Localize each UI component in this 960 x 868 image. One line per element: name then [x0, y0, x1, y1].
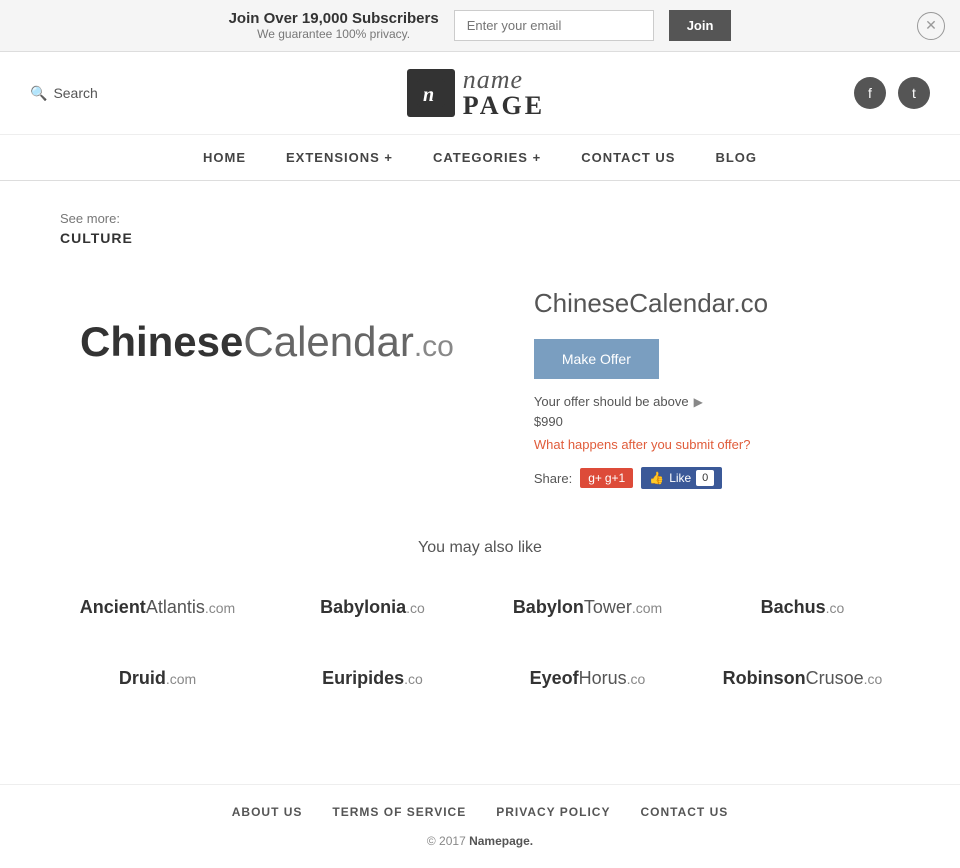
facebook-button[interactable]: f: [854, 77, 886, 109]
list-item[interactable]: Euripides.co: [275, 653, 470, 704]
nav-extensions[interactable]: EXTENSIONS +: [286, 150, 393, 165]
domain-info: ChineseCalendar.co Make Offer Your offer…: [534, 278, 900, 489]
domain-item-text: EyeofHorus.co: [530, 668, 646, 689]
gplus-icon: g+: [588, 471, 602, 485]
offer-info-text: Your offer should be above: [534, 394, 689, 409]
gplus-label: g+1: [605, 471, 625, 485]
footer-about-us[interactable]: ABOUT US: [232, 805, 303, 819]
list-item[interactable]: Bachus.co: [705, 582, 900, 633]
facebook-like-button[interactable]: 👍 Like 0: [641, 467, 722, 489]
footer: ABOUT US TERMS OF SERVICE PRIVACY POLICY…: [0, 785, 960, 868]
domain-tld-part: .co: [414, 330, 454, 363]
logo-page: PAGE: [463, 93, 545, 119]
main-content: See more: CULTURE ChineseCalendar.co Chi…: [0, 181, 960, 754]
logo-icon: n: [407, 69, 455, 117]
list-item[interactable]: EyeofHorus.co: [490, 653, 685, 704]
footer-brand-link[interactable]: Namepage.: [469, 834, 533, 848]
domain-light-part: Calendar: [243, 318, 413, 365]
gplus-button[interactable]: g+ g+1: [580, 468, 633, 488]
footer-copyright: © 2017 Namepage.: [30, 834, 930, 848]
twitter-button[interactable]: t: [898, 77, 930, 109]
svg-text:n: n: [423, 84, 434, 106]
domain-item-text: Druid.com: [119, 668, 196, 689]
copyright-year: © 2017: [427, 834, 466, 848]
see-more-label: See more:: [60, 211, 900, 226]
domain-logo-display: ChineseCalendar.co: [60, 278, 474, 406]
share-label: Share:: [534, 471, 572, 486]
header: 🔍 Search n name PAGE f t: [0, 52, 960, 135]
list-item[interactable]: Druid.com: [60, 653, 255, 704]
domain-item-text: BabylonTower.com: [513, 597, 662, 618]
breadcrumb: See more: CULTURE: [60, 211, 900, 248]
list-item[interactable]: BabylonTower.com: [490, 582, 685, 633]
domain-bold-part: Chinese: [80, 318, 243, 365]
list-item[interactable]: Babylonia.co: [275, 582, 470, 633]
logo-text: name PAGE: [463, 67, 545, 119]
logo[interactable]: n name PAGE: [407, 67, 545, 119]
domain-item-text: AncientAtlantis.com: [80, 597, 235, 618]
also-like-section: You may also like AncientAtlantis.com Ba…: [60, 539, 900, 704]
also-like-title: You may also like: [60, 539, 900, 557]
fb-like-label: Like: [669, 471, 691, 485]
list-item[interactable]: RobinsonCrusoe.co: [705, 653, 900, 704]
fb-thumb-icon: 👍: [649, 471, 664, 485]
what-happens-link[interactable]: What happens after you submit offer?: [534, 437, 900, 452]
footer-terms[interactable]: TERMS OF SERVICE: [332, 805, 466, 819]
banner-headline: Join Over 19,000 Subscribers: [229, 10, 439, 27]
logo-name: name: [463, 67, 545, 93]
search-label: Search: [53, 85, 97, 101]
footer-links: ABOUT US TERMS OF SERVICE PRIVACY POLICY…: [30, 805, 930, 819]
category-link[interactable]: CULTURE: [60, 230, 133, 246]
footer-contact-us[interactable]: CONTACT US: [640, 805, 728, 819]
domain-item-text: Babylonia.co: [320, 597, 425, 618]
share-row: Share: g+ g+1 👍 Like 0: [534, 467, 900, 489]
email-input[interactable]: [454, 10, 654, 41]
banner-text: Join Over 19,000 Subscribers We guarante…: [229, 10, 439, 41]
join-button[interactable]: Join: [669, 10, 732, 41]
nav-contact[interactable]: CONTACT US: [581, 150, 675, 165]
nav-blog[interactable]: BLOG: [715, 150, 757, 165]
main-nav: HOME EXTENSIONS + CATEGORIES + CONTACT U…: [0, 135, 960, 181]
top-banner: Join Over 19,000 Subscribers We guarante…: [0, 0, 960, 52]
banner-subtext: We guarantee 100% privacy.: [229, 27, 439, 41]
fb-like-count: 0: [696, 470, 714, 486]
make-offer-button[interactable]: Make Offer: [534, 339, 659, 379]
domain-section: ChineseCalendar.co ChineseCalendar.co Ma…: [60, 278, 900, 489]
domain-logo-text: ChineseCalendar.co: [80, 318, 454, 366]
footer-privacy[interactable]: PRIVACY POLICY: [496, 805, 610, 819]
offer-arrow-icon: ▶: [694, 395, 703, 409]
domain-item-text: Euripides.co: [322, 668, 423, 689]
domain-name-title: ChineseCalendar.co: [534, 288, 900, 319]
list-item[interactable]: AncientAtlantis.com: [60, 582, 255, 633]
search-area[interactable]: 🔍 Search: [30, 85, 98, 102]
nav-categories[interactable]: CATEGORIES +: [433, 150, 541, 165]
domain-item-text: RobinsonCrusoe.co: [723, 668, 883, 689]
also-like-grid: AncientAtlantis.com Babylonia.co Babylon…: [60, 582, 900, 704]
nav-home[interactable]: HOME: [203, 150, 246, 165]
offer-info: Your offer should be above ▶: [534, 394, 900, 409]
social-icons: f t: [854, 77, 930, 109]
domain-item-text: Bachus.co: [761, 597, 845, 618]
close-banner-button[interactable]: ✕: [917, 12, 945, 40]
search-icon: 🔍: [30, 85, 47, 102]
offer-price: $990: [534, 414, 900, 429]
